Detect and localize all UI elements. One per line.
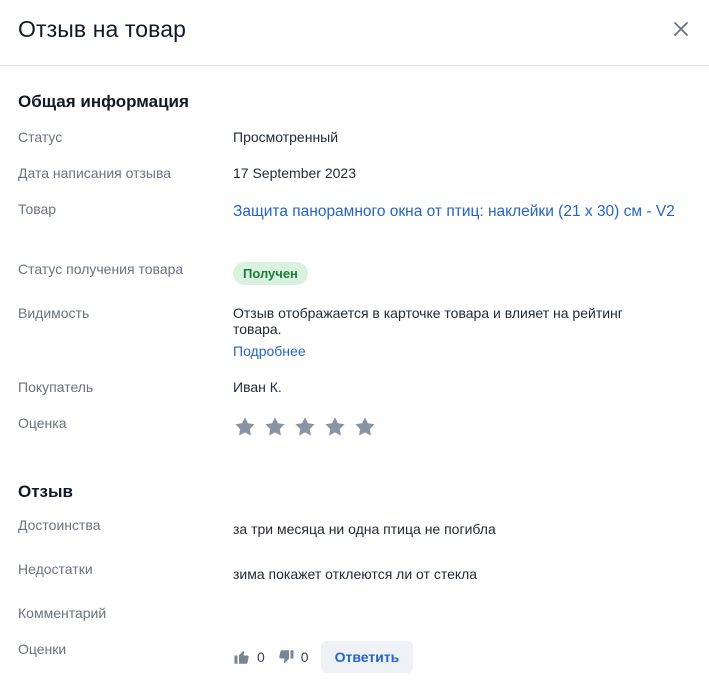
star-icon	[263, 415, 287, 439]
buyer-label: Покупатель	[18, 379, 94, 395]
cons-value: зима покажет отклеются ли от стекла	[233, 566, 478, 582]
dialog-title: Отзыв на товар	[18, 16, 187, 42]
dislike-count: 0	[300, 649, 309, 665]
receipt-status-label: Статус получения товара	[18, 261, 184, 277]
star-icon	[293, 415, 317, 439]
ratings-label: Оценки	[18, 641, 67, 657]
dialog-header: Отзыв на товар	[0, 0, 709, 66]
section-review-title: Отзыв	[18, 482, 73, 501]
review-votes: 0 0 Ответить	[233, 641, 414, 673]
pros-value: за три месяца ни одна птица не погибла	[233, 521, 496, 537]
comment-label: Комментарий	[18, 605, 107, 621]
pros-label: Достоинства	[18, 517, 101, 533]
thumbs-up-icon[interactable]	[233, 648, 251, 666]
visibility-text: Отзыв отображается в карточке товара и в…	[233, 305, 623, 337]
star-icon	[233, 415, 257, 439]
buyer-value: Иван К.	[233, 379, 282, 395]
product-label: Товар	[18, 201, 57, 217]
like-count: 0	[257, 649, 265, 665]
reply-button[interactable]: Ответить	[320, 641, 414, 673]
product-link[interactable]: Защита панорамного окна от птиц: наклейк…	[233, 201, 703, 223]
score-label: Оценка	[18, 415, 67, 431]
status-value: Просмотренный	[233, 129, 339, 145]
dislike-vote[interactable]: 0	[277, 648, 309, 666]
visibility-label: Видимость	[18, 305, 90, 321]
date-label: Дата написания отзыва	[18, 165, 172, 181]
cons-label: Недостатки	[18, 561, 93, 577]
star-icon	[323, 415, 347, 439]
receipt-status-badge: Получен	[233, 262, 308, 285]
more-info-link[interactable]: Подробнее	[233, 343, 306, 359]
rating-stars	[233, 415, 377, 439]
status-label: Статус	[18, 129, 63, 145]
star-icon	[353, 415, 377, 439]
close-icon[interactable]	[668, 16, 694, 42]
date-value: 17 September 2023	[233, 165, 356, 181]
thumbs-down-icon[interactable]	[277, 648, 295, 666]
section-general-title: Общая информация	[18, 92, 189, 111]
like-vote[interactable]: 0	[233, 648, 265, 666]
